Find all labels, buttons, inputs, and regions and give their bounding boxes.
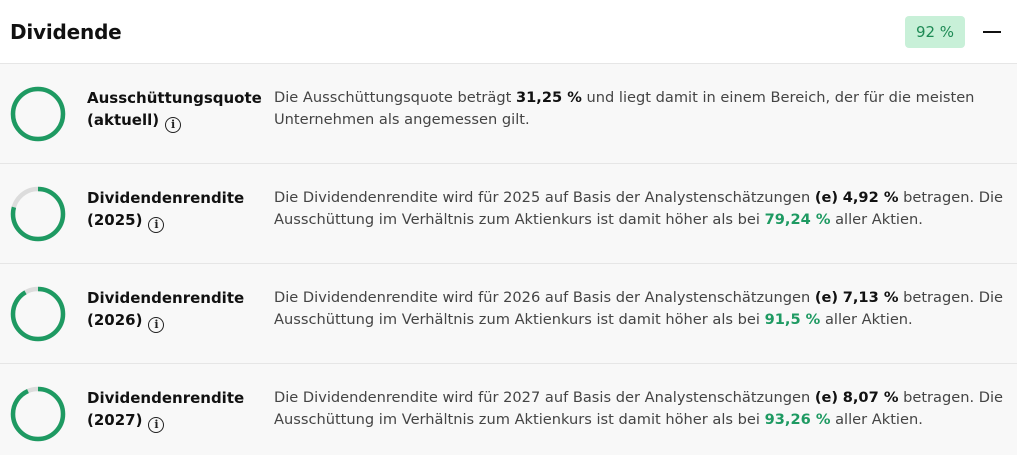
metric-description: Die Dividendenrendite wird für 2026 auf … xyxy=(274,287,1009,331)
desc-estimate: (e) xyxy=(814,289,839,306)
progress-ring-icon xyxy=(10,286,66,342)
desc-text: Die Dividendenrendite wird für 2027 auf … xyxy=(274,389,815,406)
desc-percentile: 79,24 % xyxy=(764,211,831,228)
metric-label: Dividendenrendite (2026) i xyxy=(87,287,262,333)
metric-label-line1: Dividendenrendite xyxy=(87,189,245,207)
metric-row-yield-2027: Dividendenrendite (2027) i Die Dividenden… xyxy=(0,364,1017,455)
ring-progress xyxy=(10,86,66,142)
metric-row-payout-ratio: Ausschüttungsquote (aktuell) i Die Aussch… xyxy=(0,64,1017,164)
desc-text: aller Aktien. xyxy=(820,311,913,328)
desc-text: aller Aktien. xyxy=(830,211,923,228)
metric-label: Dividendenrendite (2027) i xyxy=(87,387,262,433)
metric-label-line1: Ausschüttungsquote xyxy=(87,89,262,107)
desc-text: Die Ausschüttungsquote beträgt xyxy=(274,89,516,106)
metric-description: Die Dividendenrendite wird für 2027 auf … xyxy=(274,387,1009,431)
info-icon[interactable]: i xyxy=(165,117,182,133)
metric-label-line1: Dividendenrendite xyxy=(87,389,245,407)
minus-icon xyxy=(983,30,1001,33)
info-icon[interactable]: i xyxy=(148,417,165,433)
collapse-button[interactable] xyxy=(983,23,1001,41)
desc-estimate: (e) xyxy=(814,389,839,406)
desc-value: 31,25 % xyxy=(516,89,582,106)
metric-description: Die Ausschüttungsquote beträgt 31,25 % u… xyxy=(274,87,1009,131)
metric-label: Dividendenrendite (2025) i xyxy=(87,187,262,233)
metric-label-line2: (2025) xyxy=(87,211,143,229)
score-badge: 92 % xyxy=(905,15,965,48)
ring-progress xyxy=(10,286,66,342)
metric-label: Ausschüttungsquote (aktuell) i xyxy=(87,87,262,133)
info-icon[interactable]: i xyxy=(148,317,165,333)
info-icon[interactable]: i xyxy=(148,217,165,233)
desc-value: 4,92 % xyxy=(842,189,899,206)
metric-label-line2: (2026) xyxy=(87,311,143,329)
progress-ring-icon xyxy=(10,386,66,442)
metric-label-line2: (aktuell) xyxy=(87,111,160,129)
metric-description: Die Dividendenrendite wird für 2025 auf … xyxy=(274,187,1009,231)
desc-percentile: 91,5 % xyxy=(764,311,821,328)
panel-header: Dividende 92 % xyxy=(0,0,1017,64)
desc-value: 8,07 % xyxy=(842,389,899,406)
panel-title: Dividende xyxy=(10,19,122,44)
desc-text: aller Aktien. xyxy=(830,411,923,428)
ring-progress xyxy=(10,386,66,442)
dividend-panel: Dividende 92 % Ausschüttungsquote (aktue… xyxy=(0,0,1017,456)
progress-ring-icon xyxy=(10,186,66,242)
desc-text: Die Dividendenrendite wird für 2025 auf … xyxy=(274,189,815,206)
metric-label-line2: (2027) xyxy=(87,411,143,429)
progress-ring-icon xyxy=(10,86,66,142)
metric-row-yield-2025: Dividendenrendite (2025) i Die Dividenden… xyxy=(0,164,1017,264)
metric-label-line1: Dividendenrendite xyxy=(87,289,245,307)
desc-percentile: 93,26 % xyxy=(764,411,831,428)
metric-row-yield-2026: Dividendenrendite (2026) i Die Dividenden… xyxy=(0,264,1017,364)
desc-estimate: (e) xyxy=(814,189,839,206)
desc-text: Die Dividendenrendite wird für 2026 auf … xyxy=(274,289,815,306)
desc-value: 7,13 % xyxy=(842,289,899,306)
